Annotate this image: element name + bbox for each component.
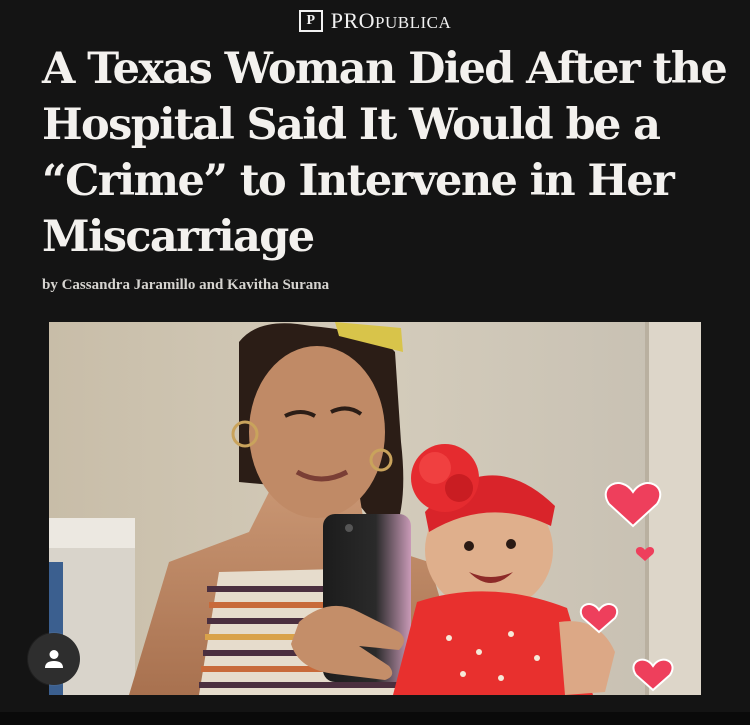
brand-name-prefix: Pro bbox=[330, 8, 376, 33]
brand-mark-letter: P bbox=[306, 13, 316, 28]
brand-name: ProPublica bbox=[331, 8, 452, 34]
propublica-logo-icon: P bbox=[298, 10, 323, 32]
article-photo bbox=[49, 322, 701, 695]
photo-shelf bbox=[49, 518, 135, 548]
article-screenshot: P ProPublica A Texas Woman Died After th… bbox=[0, 0, 750, 725]
photo-woman-face bbox=[249, 346, 385, 518]
profile-avatar-button[interactable] bbox=[28, 633, 80, 685]
byline: by Cassandra Jaramillo and Kavitha Suran… bbox=[42, 277, 330, 293]
photo-illustration bbox=[49, 322, 701, 695]
headline: A Texas Woman Died After the Hospital Sa… bbox=[42, 44, 728, 262]
brand-header[interactable]: P ProPublica bbox=[0, 8, 750, 34]
brand-name-suffix: Publica bbox=[375, 13, 452, 32]
bottom-edge bbox=[0, 712, 750, 725]
person-icon bbox=[45, 650, 63, 668]
